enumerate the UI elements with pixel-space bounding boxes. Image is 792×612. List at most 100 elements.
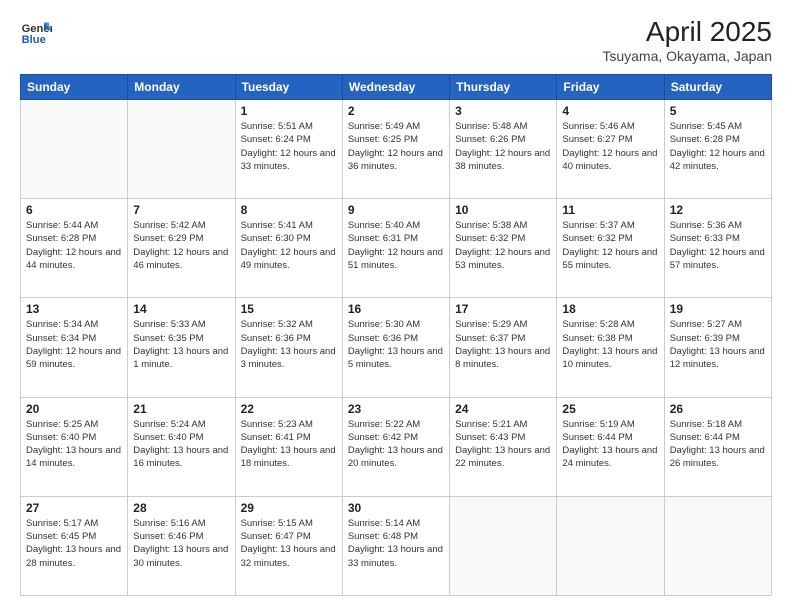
- day-info: Sunrise: 5:46 AM Sunset: 6:27 PM Dayligh…: [562, 120, 658, 173]
- calendar-cell: [664, 496, 771, 595]
- weekday-header-sunday: Sunday: [21, 75, 128, 100]
- day-number: 24: [455, 402, 551, 416]
- day-info: Sunrise: 5:14 AM Sunset: 6:48 PM Dayligh…: [348, 517, 444, 570]
- weekday-header-wednesday: Wednesday: [342, 75, 449, 100]
- calendar-cell: 18 Sunrise: 5:28 AM Sunset: 6:38 PM Dayli…: [557, 298, 664, 397]
- calendar-cell: [450, 496, 557, 595]
- calendar-cell: 22Sunrise: 5:23 AM Sunset: 6:41 PM Dayli…: [235, 397, 342, 496]
- calendar-cell: 21 Sunrise: 5:24 AM Sunset: 6:40 PM Dayli…: [128, 397, 235, 496]
- day-info: Sunrise: 5:45 AM Sunset: 6:28 PM Dayligh…: [670, 120, 766, 173]
- weekday-header-row: SundayMondayTuesdayWednesdayThursdayFrid…: [21, 75, 772, 100]
- calendar-cell: [21, 100, 128, 199]
- day-info: Sunrise: 5:24 AM Sunset: 6:40 PM Dayligh…: [133, 418, 229, 471]
- weekday-header-thursday: Thursday: [450, 75, 557, 100]
- calendar-cell: 27 Sunrise: 5:17 AM Sunset: 6:45 PM Dayli…: [21, 496, 128, 595]
- calendar-cell: 26 Sunrise: 5:18 AM Sunset: 6:44 PM Dayli…: [664, 397, 771, 496]
- calendar-cell: 23Sunrise: 5:22 AM Sunset: 6:42 PM Dayli…: [342, 397, 449, 496]
- day-number: 7: [133, 203, 229, 217]
- calendar-cell: 6 Sunrise: 5:44 AM Sunset: 6:28 PM Daylig…: [21, 199, 128, 298]
- day-number: 6: [26, 203, 122, 217]
- day-info: Sunrise: 5:51 AM Sunset: 6:24 PM Dayligh…: [241, 120, 337, 173]
- day-info: Sunrise: 5:30 AM Sunset: 6:36 PM Dayligh…: [348, 318, 444, 371]
- calendar-cell: 14 Sunrise: 5:33 AM Sunset: 6:35 PM Dayli…: [128, 298, 235, 397]
- calendar-cell: 17 Sunrise: 5:29 AM Sunset: 6:37 PM Dayli…: [450, 298, 557, 397]
- day-number: 8: [241, 203, 337, 217]
- day-number: 21: [133, 402, 229, 416]
- calendar-cell: 29Sunrise: 5:15 AM Sunset: 6:47 PM Dayli…: [235, 496, 342, 595]
- day-info: Sunrise: 5:40 AM Sunset: 6:31 PM Dayligh…: [348, 219, 444, 272]
- calendar-cell: 9 Sunrise: 5:40 AM Sunset: 6:31 PM Daylig…: [342, 199, 449, 298]
- day-number: 2: [348, 104, 444, 118]
- day-number: 9: [348, 203, 444, 217]
- calendar-table: SundayMondayTuesdayWednesdayThursdayFrid…: [20, 74, 772, 596]
- day-number: 17: [455, 302, 551, 316]
- calendar-cell: 8 Sunrise: 5:41 AM Sunset: 6:30 PM Daylig…: [235, 199, 342, 298]
- day-info: Sunrise: 5:33 AM Sunset: 6:35 PM Dayligh…: [133, 318, 229, 371]
- day-info: Sunrise: 5:49 AM Sunset: 6:25 PM Dayligh…: [348, 120, 444, 173]
- calendar-cell: 12 Sunrise: 5:36 AM Sunset: 6:33 PM Dayli…: [664, 199, 771, 298]
- calendar-cell: 16Sunrise: 5:30 AM Sunset: 6:36 PM Dayli…: [342, 298, 449, 397]
- calendar-cell: 11Sunrise: 5:37 AM Sunset: 6:32 PM Dayli…: [557, 199, 664, 298]
- day-number: 30: [348, 501, 444, 515]
- calendar-cell: 1 Sunrise: 5:51 AM Sunset: 6:24 PM Daylig…: [235, 100, 342, 199]
- weekday-header-saturday: Saturday: [664, 75, 771, 100]
- calendar-cell: 3 Sunrise: 5:48 AM Sunset: 6:26 PM Daylig…: [450, 100, 557, 199]
- day-info: Sunrise: 5:23 AM Sunset: 6:41 PM Dayligh…: [241, 418, 337, 471]
- day-info: Sunrise: 5:16 AM Sunset: 6:46 PM Dayligh…: [133, 517, 229, 570]
- location: Tsuyama, Okayama, Japan: [602, 48, 772, 64]
- day-info: Sunrise: 5:28 AM Sunset: 6:38 PM Dayligh…: [562, 318, 658, 371]
- weekday-header-monday: Monday: [128, 75, 235, 100]
- month-title: April 2025: [602, 16, 772, 48]
- day-number: 20: [26, 402, 122, 416]
- day-info: Sunrise: 5:22 AM Sunset: 6:42 PM Dayligh…: [348, 418, 444, 471]
- calendar-cell: [128, 100, 235, 199]
- calendar-cell: 19 Sunrise: 5:27 AM Sunset: 6:39 PM Dayli…: [664, 298, 771, 397]
- day-number: 27: [26, 501, 122, 515]
- day-number: 3: [455, 104, 551, 118]
- day-info: Sunrise: 5:29 AM Sunset: 6:37 PM Dayligh…: [455, 318, 551, 371]
- day-number: 25: [562, 402, 658, 416]
- day-number: 5: [670, 104, 766, 118]
- header: General Blue April 2025 Tsuyama, Okayama…: [20, 16, 772, 64]
- day-number: 29: [241, 501, 337, 515]
- day-info: Sunrise: 5:17 AM Sunset: 6:45 PM Dayligh…: [26, 517, 122, 570]
- calendar-cell: 30 Sunrise: 5:14 AM Sunset: 6:48 PM Dayli…: [342, 496, 449, 595]
- day-info: Sunrise: 5:21 AM Sunset: 6:43 PM Dayligh…: [455, 418, 551, 471]
- calendar-cell: 20 Sunrise: 5:25 AM Sunset: 6:40 PM Dayli…: [21, 397, 128, 496]
- svg-text:Blue: Blue: [22, 34, 46, 46]
- weekday-header-friday: Friday: [557, 75, 664, 100]
- day-info: Sunrise: 5:42 AM Sunset: 6:29 PM Dayligh…: [133, 219, 229, 272]
- calendar-cell: 28 Sunrise: 5:16 AM Sunset: 6:46 PM Dayli…: [128, 496, 235, 595]
- calendar-cell: 25 Sunrise: 5:19 AM Sunset: 6:44 PM Dayli…: [557, 397, 664, 496]
- day-number: 26: [670, 402, 766, 416]
- title-block: April 2025 Tsuyama, Okayama, Japan: [602, 16, 772, 64]
- day-info: Sunrise: 5:36 AM Sunset: 6:33 PM Dayligh…: [670, 219, 766, 272]
- day-info: Sunrise: 5:27 AM Sunset: 6:39 PM Dayligh…: [670, 318, 766, 371]
- day-info: Sunrise: 5:48 AM Sunset: 6:26 PM Dayligh…: [455, 120, 551, 173]
- week-row-3: 20 Sunrise: 5:25 AM Sunset: 6:40 PM Dayli…: [21, 397, 772, 496]
- logo-icon: General Blue: [20, 16, 52, 48]
- day-number: 28: [133, 501, 229, 515]
- week-row-4: 27 Sunrise: 5:17 AM Sunset: 6:45 PM Dayli…: [21, 496, 772, 595]
- day-info: Sunrise: 5:44 AM Sunset: 6:28 PM Dayligh…: [26, 219, 122, 272]
- day-number: 14: [133, 302, 229, 316]
- calendar-cell: 7 Sunrise: 5:42 AM Sunset: 6:29 PM Daylig…: [128, 199, 235, 298]
- calendar-cell: 15Sunrise: 5:32 AM Sunset: 6:36 PM Dayli…: [235, 298, 342, 397]
- day-info: Sunrise: 5:38 AM Sunset: 6:32 PM Dayligh…: [455, 219, 551, 272]
- day-info: Sunrise: 5:19 AM Sunset: 6:44 PM Dayligh…: [562, 418, 658, 471]
- day-number: 1: [241, 104, 337, 118]
- calendar-cell: 24 Sunrise: 5:21 AM Sunset: 6:43 PM Dayli…: [450, 397, 557, 496]
- day-info: Sunrise: 5:18 AM Sunset: 6:44 PM Dayligh…: [670, 418, 766, 471]
- week-row-1: 6 Sunrise: 5:44 AM Sunset: 6:28 PM Daylig…: [21, 199, 772, 298]
- week-row-2: 13Sunrise: 5:34 AM Sunset: 6:34 PM Dayli…: [21, 298, 772, 397]
- day-number: 19: [670, 302, 766, 316]
- day-number: 11: [562, 203, 658, 217]
- day-info: Sunrise: 5:25 AM Sunset: 6:40 PM Dayligh…: [26, 418, 122, 471]
- day-info: Sunrise: 5:41 AM Sunset: 6:30 PM Dayligh…: [241, 219, 337, 272]
- day-number: 12: [670, 203, 766, 217]
- calendar-cell: 5 Sunrise: 5:45 AM Sunset: 6:28 PM Daylig…: [664, 100, 771, 199]
- day-number: 15: [241, 302, 337, 316]
- calendar-cell: 13Sunrise: 5:34 AM Sunset: 6:34 PM Dayli…: [21, 298, 128, 397]
- day-number: 18: [562, 302, 658, 316]
- week-row-0: 1 Sunrise: 5:51 AM Sunset: 6:24 PM Daylig…: [21, 100, 772, 199]
